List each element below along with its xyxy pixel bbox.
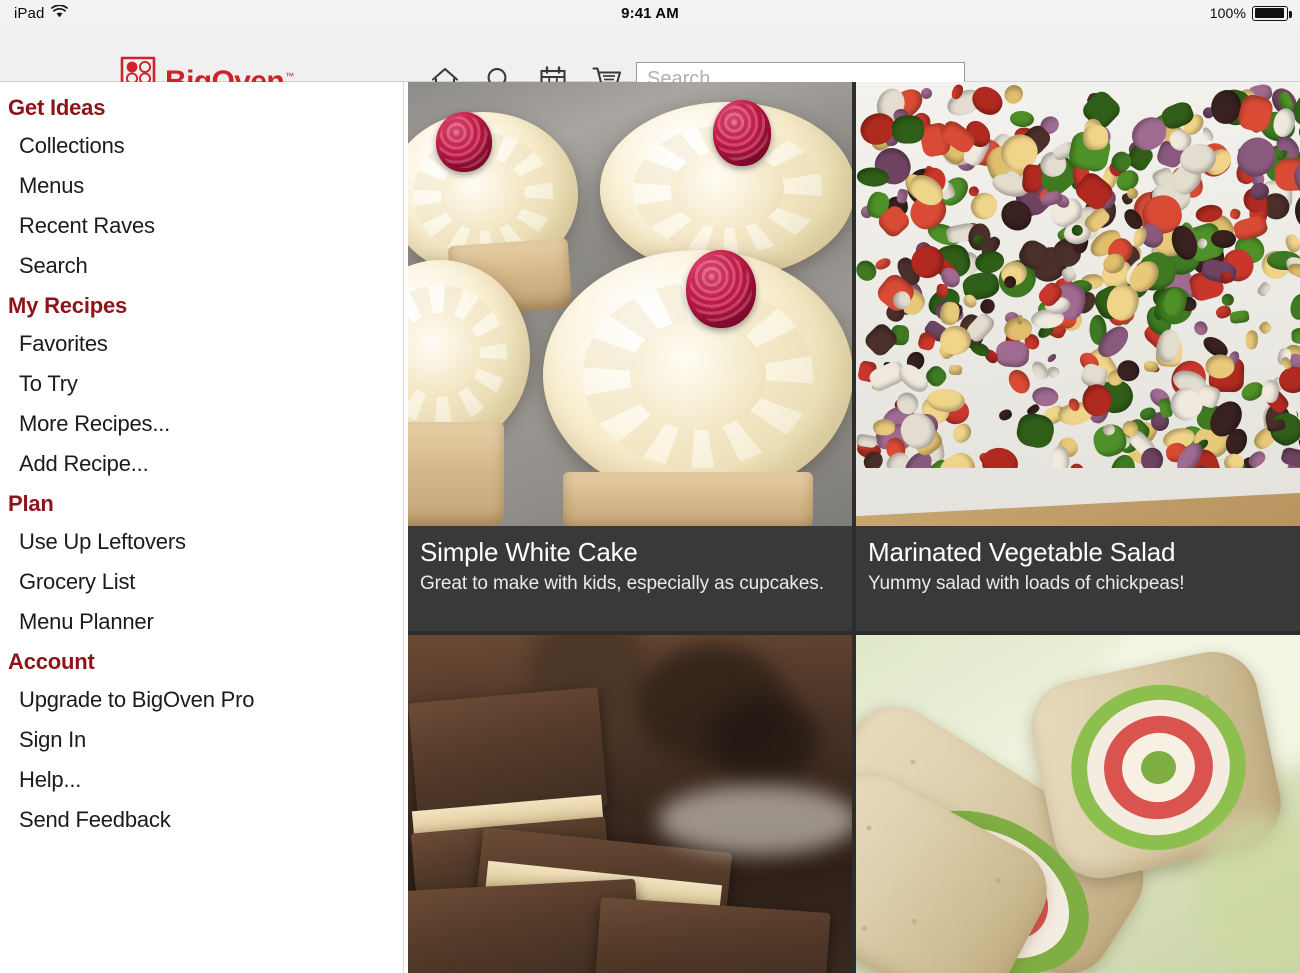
sidebar-section-header-plan: Plan — [8, 491, 54, 516]
sidebar-item-recent-raves[interactable]: Recent Raves — [0, 206, 403, 246]
sidebar-item-collections[interactable]: Collections — [0, 126, 403, 166]
recipe-card-turkey-wraps[interactable] — [856, 635, 1300, 973]
sidebar-item-send-feedback[interactable]: Send Feedback — [0, 800, 403, 840]
navigation-sidebar: Get Ideas Collections Menus Recent Raves… — [0, 82, 404, 973]
battery-percent-label: 100% — [1209, 5, 1246, 21]
recipe-description: Yummy salad with loads of chickpeas! — [868, 573, 1185, 595]
trademark-symbol: ™ — [285, 71, 295, 81]
sidebar-section-header-account: Account — [8, 649, 95, 674]
recipe-title: Marinated Vegetable Salad — [868, 537, 1176, 567]
battery-full-icon — [1252, 5, 1292, 21]
sidebar-item-upgrade-to-bigoven-pro[interactable]: Upgrade to BigOven Pro — [0, 680, 403, 720]
sidebar-item-menus[interactable]: Menus — [0, 166, 403, 206]
chickpea-vegetable-salad-photo — [856, 82, 1300, 526]
recipe-title: Simple White Cake — [420, 537, 638, 567]
recipe-card-chocolate-brownies[interactable] — [408, 635, 852, 973]
status-bar-right: 100% — [1209, 5, 1292, 21]
recipe-card-simple-white-cake[interactable]: Simple White Cake Great to make with kid… — [408, 82, 852, 631]
sidebar-item-use-up-leftovers[interactable]: Use Up Leftovers — [0, 522, 403, 562]
sidebar-item-search[interactable]: Search — [0, 246, 403, 286]
status-bar-clock: 9:41 AM — [621, 4, 679, 22]
sidebar-item-more-recipes[interactable]: More Recipes... — [0, 404, 403, 444]
sidebar-item-favorites[interactable]: Favorites — [0, 324, 403, 364]
recipe-caption: Marinated Vegetable Salad Yummy salad wi… — [856, 526, 1300, 631]
recipe-card-marinated-vegetable-salad[interactable]: Marinated Vegetable Salad Yummy salad wi… — [856, 82, 1300, 631]
sidebar-section-header-my-recipes: My Recipes — [8, 293, 128, 318]
app-header-bar: BigOven ™ — [0, 26, 1300, 97]
chocolate-brownies-photo — [408, 635, 852, 973]
sidebar-item-help[interactable]: Help... — [0, 760, 403, 800]
recipe-caption: Simple White Cake Great to make with kid… — [408, 526, 852, 631]
sidebar-item-add-recipe[interactable]: Add Recipe... — [0, 444, 403, 484]
sidebar-section-header-get-ideas: Get Ideas — [8, 95, 106, 120]
sidebar-item-grocery-list[interactable]: Grocery List — [0, 562, 403, 602]
cupcakes-with-raspberries-photo — [408, 82, 852, 526]
ios-status-bar: iPad 9:41 AM 100% — [0, 0, 1300, 26]
sidebar-item-to-try[interactable]: To Try — [0, 364, 403, 404]
recipe-grid: Simple White Cake Great to make with kid… — [408, 82, 1300, 973]
sidebar-item-menu-planner[interactable]: Menu Planner — [0, 602, 403, 642]
turkey-wraps-photo — [856, 635, 1300, 973]
recipe-description: Great to make with kids, especially as c… — [420, 573, 824, 595]
sidebar-item-sign-in[interactable]: Sign In — [0, 720, 403, 760]
